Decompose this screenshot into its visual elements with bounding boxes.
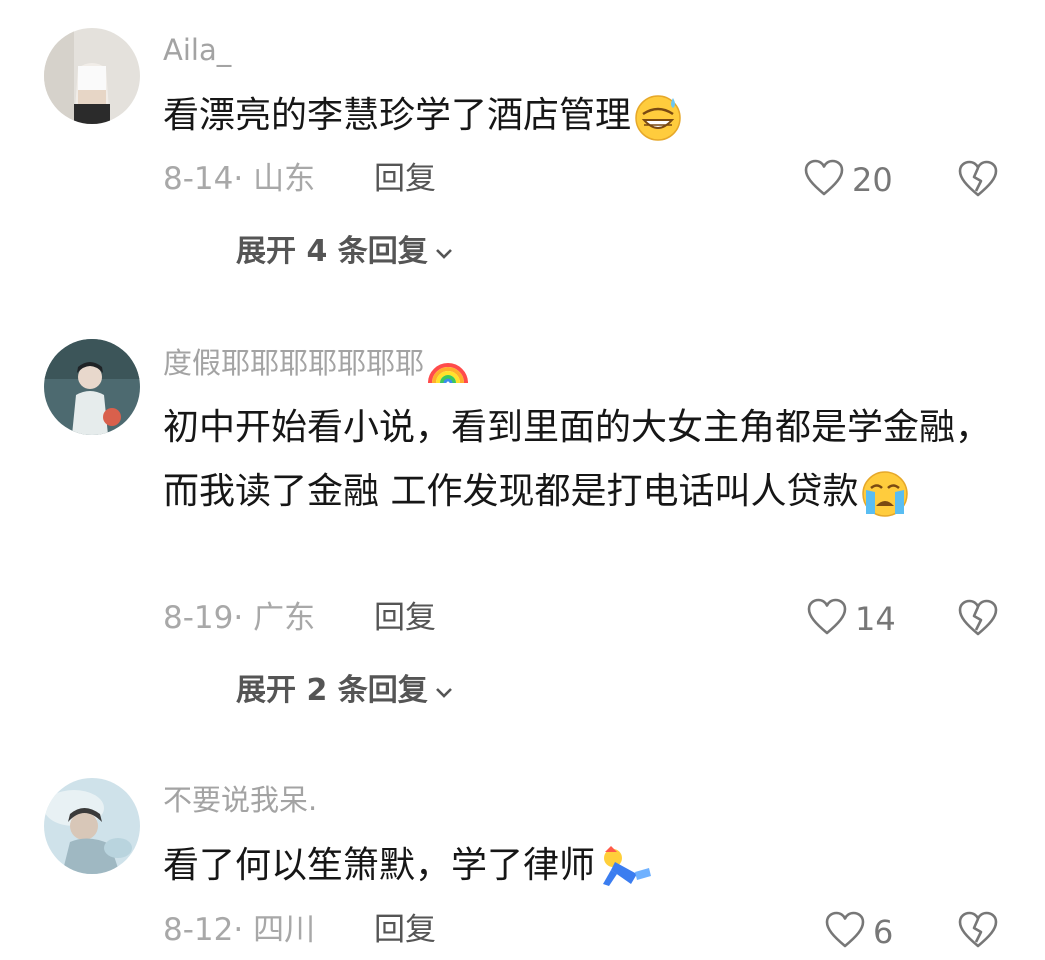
broken-heart-icon [958,160,998,202]
like-button[interactable]: 20 [804,159,893,201]
comment-date-location: 8-19· 广东 [163,600,316,636]
broken-heart-icon [958,599,998,641]
avatar[interactable] [44,778,140,874]
username[interactable]: 不要说我呆. [163,786,317,815]
grinning-sweat-emoji [633,92,683,142]
like-button[interactable]: 14 [807,598,896,640]
chevron-down-icon [434,237,454,267]
comment-text: 看漂亮的李慧珍学了酒店管理 [163,84,1003,148]
dislike-button[interactable] [958,911,998,953]
reply-button[interactable]: 回复 [374,164,436,195]
expand-replies-label: 展开 2 条回复 [236,673,428,708]
comment-body: 看漂亮的李慧珍学了酒店管理 [163,95,632,136]
comment-text: 初中开始看小说，看到里面的大女主角都是学金融，而我读了金融 工作发现都是打电话叫… [163,396,1003,524]
broken-heart-icon [958,911,998,953]
username[interactable]: Aila_ [163,36,231,65]
reply-button[interactable]: 回复 [374,603,436,634]
expand-replies-button[interactable]: 展开 2 条回复 [236,676,454,706]
expand-replies-button[interactable]: 展开 4 条回复 [236,237,454,267]
like-count: 20 [852,161,893,199]
like-count: 14 [855,600,896,638]
heart-icon [825,911,865,953]
username-text: 度假耶耶耶耶耶耶耶 [163,346,425,380]
username[interactable]: 度假耶耶耶耶耶耶耶 [163,345,470,385]
reply-button[interactable]: 回复 [374,915,436,946]
like-count: 6 [873,913,894,951]
like-button[interactable]: 6 [825,911,893,953]
avatar[interactable] [44,28,140,124]
chevron-down-icon [434,676,454,706]
comment-body: 看了何以笙箫默，学了律师 [163,845,596,886]
heart-icon [804,159,844,201]
expand-replies-label: 展开 4 条回复 [236,234,428,269]
crying-face-emoji [860,468,910,518]
comment-text: 看了何以笙箫默，学了律师 [163,834,1003,898]
comment-date-location: 8-12· 四川 [163,912,316,948]
comment-date-location: 8-14· 山东 [163,161,316,197]
heart-icon [807,598,847,640]
falling-figure-emoji [597,844,653,890]
dislike-button[interactable] [958,160,998,202]
rainbow-emoji [426,345,470,385]
dislike-button[interactable] [958,599,998,641]
avatar[interactable] [44,339,140,435]
